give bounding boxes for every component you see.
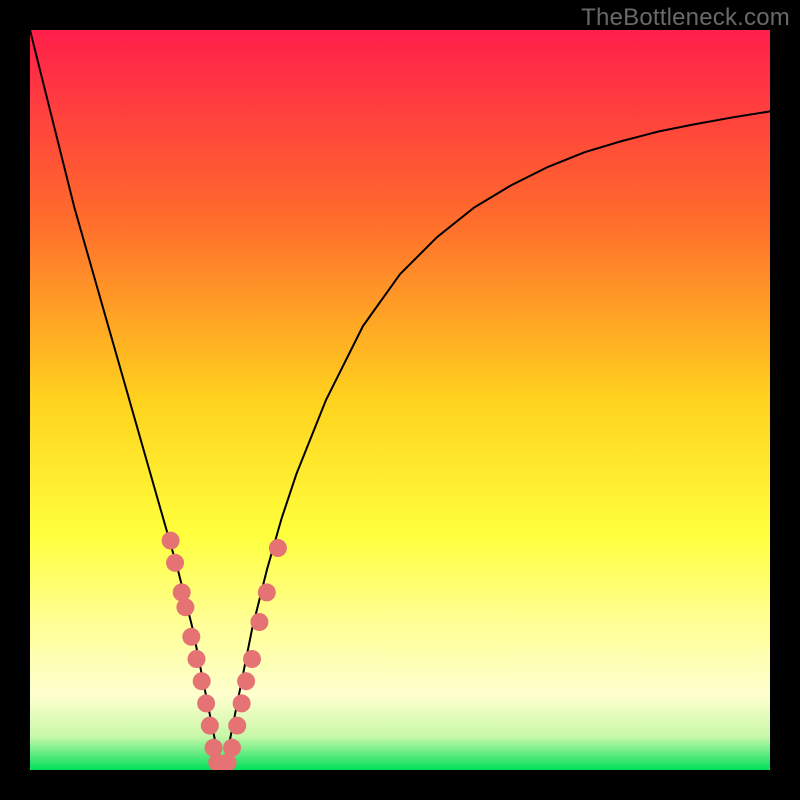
gradient-background xyxy=(30,30,770,770)
chart-frame: TheBottleneck.com xyxy=(0,0,800,800)
watermark-text: TheBottleneck.com xyxy=(581,4,790,32)
chart-canvas xyxy=(30,30,770,770)
data-point xyxy=(233,694,251,712)
data-point xyxy=(237,672,255,690)
data-point xyxy=(243,650,261,668)
data-point xyxy=(250,613,268,631)
data-point xyxy=(197,694,215,712)
data-point xyxy=(269,539,287,557)
data-point xyxy=(188,650,206,668)
data-point xyxy=(201,717,219,735)
data-point xyxy=(166,554,184,572)
data-point xyxy=(228,717,246,735)
data-point xyxy=(162,532,180,550)
plot-area xyxy=(30,30,770,770)
data-point xyxy=(176,598,194,616)
data-point xyxy=(182,628,200,646)
data-point xyxy=(223,739,241,757)
data-point xyxy=(258,583,276,601)
data-point xyxy=(193,672,211,690)
